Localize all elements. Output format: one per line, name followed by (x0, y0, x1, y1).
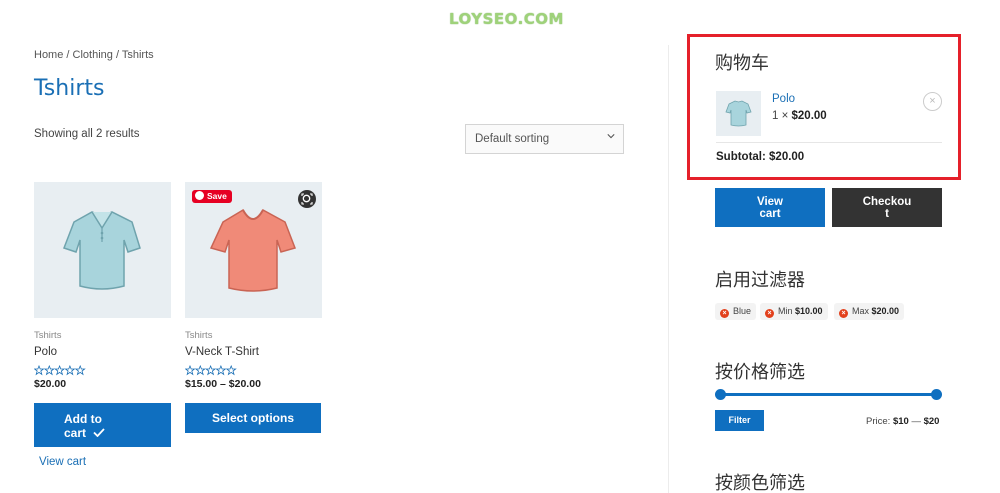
filter-chip-min[interactable]: × Min $10.00 (760, 303, 828, 320)
add-to-cart-button[interactable]: Add to cart (34, 403, 171, 447)
page-title: Tshirts (34, 76, 105, 101)
product-category[interactable]: Tshirts (185, 330, 322, 341)
product-card-vneck: Save Tshirts V-Neck T-Shirt $15.00 – $20… (184, 182, 322, 390)
view-cart-link[interactable]: View cart (39, 456, 86, 468)
product-price: $20.00 (34, 378, 67, 390)
price-slider-max-handle[interactable] (931, 389, 942, 400)
price-slider-min-handle[interactable] (715, 389, 726, 400)
breadcrumb-current: Tshirts (121, 49, 154, 61)
sorting-selected-label: Default sorting (475, 133, 550, 145)
chevron-down-icon (607, 134, 615, 139)
checkmark-icon (93, 428, 106, 437)
rating-stars-icon (184, 363, 322, 376)
checkout-button[interactable]: Checkou t (832, 188, 942, 227)
view-cart-button[interactable]: View cart (715, 188, 825, 227)
filter-button[interactable]: Filter (715, 410, 764, 431)
cart-item-thumbnail[interactable] (716, 91, 761, 136)
breadcrumb-home[interactable]: Home (34, 49, 63, 61)
product-name[interactable]: Polo (34, 346, 171, 358)
product-price: $15.00 – $20.00 (185, 378, 261, 390)
watermark: LOYSEO.COM (449, 10, 564, 28)
remove-item-icon[interactable]: × (923, 92, 942, 111)
pinterest-icon (195, 191, 204, 200)
remove-filter-icon: × (765, 309, 774, 318)
product-card-polo: Tshirts Polo $20.00 (33, 182, 171, 390)
polo-shirt-icon (725, 100, 752, 127)
cart-widget-title: 购物车 (715, 53, 769, 74)
filter-chip-max[interactable]: × Max $20.00 (834, 303, 905, 320)
polo-shirt-icon (63, 211, 141, 290)
cart-item-quantity: 1 × $20.00 (772, 110, 827, 122)
remove-filter-icon: × (839, 309, 848, 318)
product-category[interactable]: Tshirts (34, 330, 171, 341)
product-image-polo[interactable] (34, 182, 171, 318)
cart-item-name[interactable]: Polo (772, 93, 795, 105)
filter-chip-blue[interactable]: × Blue (715, 303, 757, 320)
cart-separator (716, 142, 942, 143)
sorting-select[interactable]: Default sorting (465, 124, 624, 154)
breadcrumb-clothing[interactable]: Clothing (73, 49, 113, 61)
rating-stars-icon (33, 363, 171, 376)
breadcrumb: Home / Clothing / Tshirts (34, 49, 154, 61)
product-image-vneck[interactable]: Save (185, 182, 322, 318)
select-options-button[interactable]: Select options (185, 403, 321, 433)
price-slider-track[interactable] (720, 393, 937, 396)
visual-search-icon[interactable] (298, 190, 316, 208)
price-range-label: Price: $10 — $20 (866, 416, 940, 427)
result-count: Showing all 2 results (34, 128, 140, 140)
product-name[interactable]: V-Neck T-Shirt (185, 346, 322, 358)
sidebar-divider (668, 45, 669, 493)
price-filter-title: 按价格筛选 (715, 362, 805, 383)
remove-filter-icon: × (720, 309, 729, 318)
active-filters-title: 启用过滤器 (715, 270, 805, 291)
pinterest-save-button[interactable]: Save (192, 190, 232, 203)
color-filter-title: 按颜色筛选 (715, 473, 805, 493)
cart-subtotal: Subtotal: $20.00 (716, 151, 805, 163)
